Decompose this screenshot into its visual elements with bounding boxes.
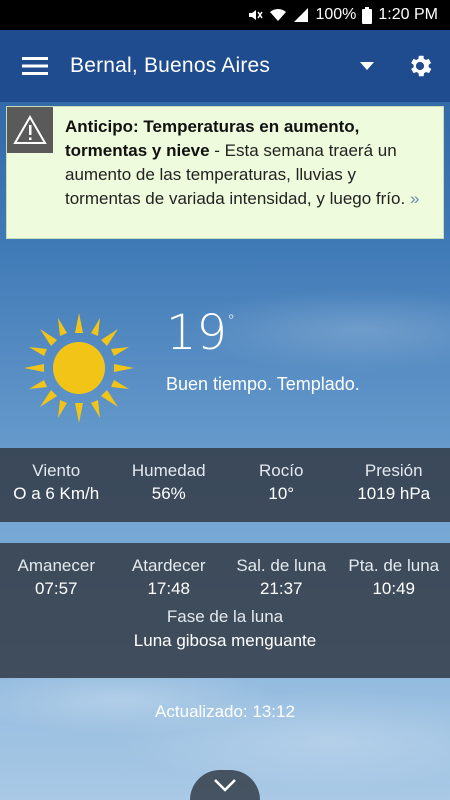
mute-icon	[247, 7, 264, 23]
temperature-value: 19	[166, 305, 228, 361]
astro-value: 21:37	[259, 579, 303, 598]
signal-icon	[293, 7, 309, 23]
gear-icon	[411, 55, 432, 77]
current-temperature: 19°	[166, 305, 235, 361]
expand-forecast-button[interactable]	[190, 770, 260, 800]
detail-value: O a 6 Km/h	[13, 484, 100, 503]
astro-sunrise: Amanecer 07:57	[0, 543, 113, 599]
settings-button[interactable]	[390, 30, 450, 102]
detail-value: 1019 hPa	[357, 484, 431, 503]
warning-icon	[13, 115, 47, 144]
clock: 1:20 PM	[378, 6, 438, 23]
detail-dew-point: Rocío 10°	[225, 448, 338, 522]
astro-value: 07:57	[34, 579, 78, 598]
astro-row: Amanecer 07:57 Atardecer 17:48 Sal. de l…	[0, 543, 450, 599]
dropdown-arrow-icon	[360, 62, 374, 70]
astro-moonset: Pta. de luna 10:49	[338, 543, 450, 599]
sun-icon	[24, 313, 134, 423]
detail-label: Presión	[364, 461, 423, 480]
detail-wind: Viento O a 6 Km/h	[0, 448, 113, 522]
detail-pressure: Presión 1019 hPa	[338, 448, 450, 522]
weather-alert-banner[interactable]: Anticipo: Temperaturas en aumento, torme…	[6, 106, 444, 239]
astro-label: Amanecer	[17, 556, 95, 575]
current-condition: Buen tiempo. Templado.	[166, 374, 360, 394]
astro-panel: Amanecer 07:57 Atardecer 17:48 Sal. de l…	[0, 543, 450, 678]
detail-label: Rocío	[259, 461, 304, 480]
detail-humidity: Humedad 56%	[113, 448, 226, 522]
astro-label: Atardecer	[131, 556, 206, 575]
astro-label: Sal. de luna	[236, 556, 327, 575]
degree-symbol: °	[227, 311, 236, 330]
menu-button[interactable]	[0, 30, 70, 102]
updated-timestamp: Actualizado: 13:12	[155, 702, 295, 721]
moon-phase: Fase de la luna Luna gibosa menguante	[0, 607, 450, 651]
moon-phase-value: Luna gibosa menguante	[133, 631, 317, 650]
battery-icon	[362, 6, 373, 24]
alert-text: Anticipo: Temperaturas en aumento, torme…	[53, 107, 443, 238]
location-title[interactable]: Bernal, Buenos Aires	[70, 54, 344, 78]
wifi-icon	[269, 7, 287, 23]
detail-label: Humedad	[131, 461, 206, 480]
detail-value: 10°	[268, 484, 295, 503]
chevron-down-icon	[214, 779, 236, 792]
detail-label: Viento	[32, 461, 81, 480]
astro-value: 17:48	[147, 579, 191, 598]
detail-value: 56%	[151, 484, 186, 503]
hamburger-menu-icon	[22, 57, 48, 75]
alert-icon-box	[7, 107, 53, 153]
location-dropdown-button[interactable]	[344, 30, 390, 102]
app-bar: Bernal, Buenos Aires	[0, 30, 450, 102]
astro-moonrise: Sal. de luna 21:37	[225, 543, 338, 599]
astro-label: Pta. de luna	[348, 556, 440, 575]
astro-sunset: Atardecer 17:48	[113, 543, 226, 599]
battery-percent: 100%	[315, 6, 357, 23]
status-bar: 100% 1:20 PM	[0, 0, 450, 30]
alert-more-link[interactable]: »	[410, 189, 419, 208]
details-panel: Viento O a 6 Km/h Humedad 56% Rocío 10° …	[0, 448, 450, 522]
moon-phase-label: Fase de la luna	[166, 607, 284, 626]
astro-value: 10:49	[372, 579, 416, 598]
